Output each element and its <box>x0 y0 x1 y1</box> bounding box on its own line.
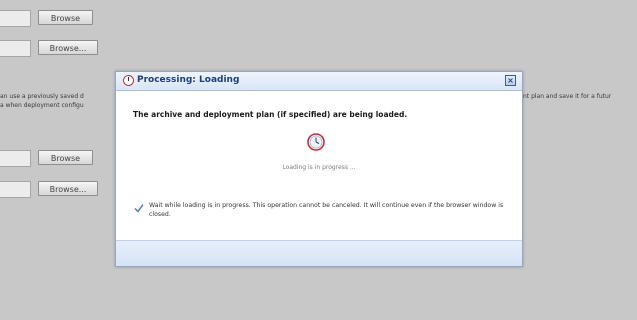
clock-icon <box>123 75 134 86</box>
processing-dialog: Processing: Loading × The archive and de… <box>115 71 523 267</box>
file-path-field[interactable] <box>0 150 31 167</box>
dialog-message: The archive and deployment plan (if spec… <box>133 110 408 119</box>
dialog-header: Processing: Loading × <box>116 72 522 91</box>
background-text: nt plan and save it for a futur <box>523 93 612 100</box>
background-text: a when deployment configu <box>0 102 84 109</box>
background-text: an use a previously saved d <box>0 93 84 100</box>
checkmark-info-icon <box>134 204 144 213</box>
file-path-field[interactable] <box>0 10 31 27</box>
close-button[interactable]: × <box>505 75 516 86</box>
loading-clock-icon <box>307 133 325 151</box>
dialog-title: Processing: Loading <box>137 75 240 85</box>
browse-button[interactable]: Browse <box>38 150 93 165</box>
dialog-footer <box>116 240 522 266</box>
browse-button[interactable]: Browse... <box>38 40 98 55</box>
browse-button[interactable]: Browse <box>38 10 93 25</box>
file-path-field[interactable] <box>0 40 31 57</box>
file-path-field[interactable] <box>0 181 31 198</box>
info-text: Wait while loading is in progress. This … <box>149 202 504 218</box>
browse-button[interactable]: Browse... <box>38 181 98 196</box>
progress-text: Loading is in progress ... <box>282 164 356 171</box>
